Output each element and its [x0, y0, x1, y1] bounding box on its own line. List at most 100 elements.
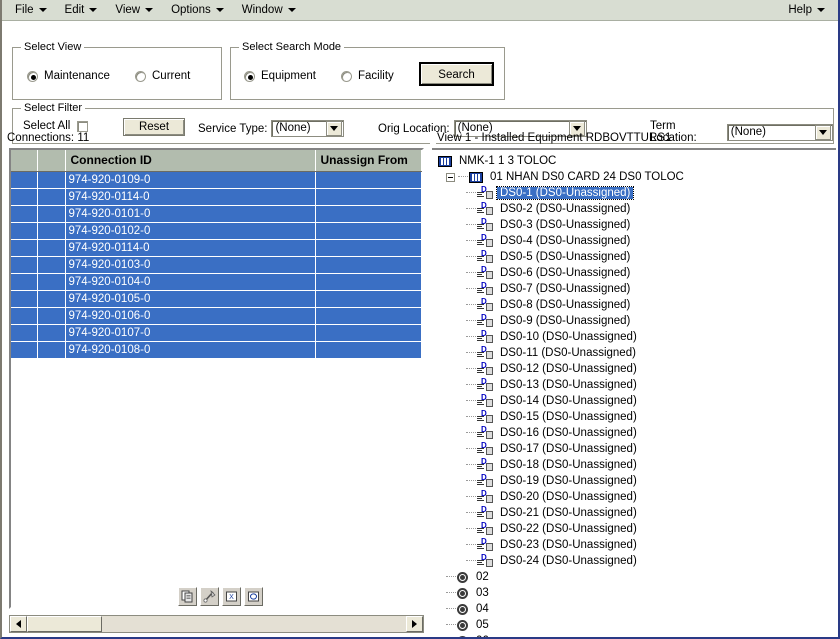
tree-node[interactable]: DDS0-11 (DS0-Unassigned) — [436, 345, 836, 361]
radio-maintenance[interactable]: Maintenance — [27, 70, 110, 82]
tree-node[interactable]: DDS0-15 (DS0-Unassigned) — [436, 409, 836, 425]
scroll-left-button[interactable] — [10, 616, 27, 632]
tree-node-label: DS0-1 (DS0-Unassigned) — [497, 187, 633, 199]
column-header-unassign-from[interactable]: Unassign From — [315, 150, 422, 172]
tree-node[interactable]: 02 — [436, 569, 836, 585]
column-header-connection-id[interactable]: Connection ID — [65, 150, 315, 172]
table-row[interactable]: 974-920-0104-0 — [11, 274, 422, 291]
row-select-cell[interactable] — [11, 342, 37, 359]
row-flag-cell[interactable] — [37, 342, 65, 359]
tree-node[interactable]: DDS0-12 (DS0-Unassigned) — [436, 361, 836, 377]
scrollbar-track[interactable] — [27, 616, 406, 632]
radio-equipment[interactable]: Equipment — [244, 70, 316, 82]
tree-node[interactable]: DDS0-6 (DS0-Unassigned) — [436, 265, 836, 281]
connections-grid[interactable]: Connection ID Unassign From 974-920-0109… — [9, 148, 424, 609]
tree-node[interactable]: DDS0-8 (DS0-Unassigned) — [436, 297, 836, 313]
export-icon[interactable]: X — [222, 587, 241, 606]
row-flag-cell[interactable] — [37, 223, 65, 240]
column-header-select[interactable] — [11, 150, 37, 172]
menu-view[interactable]: View — [106, 2, 162, 18]
radio-current-icon[interactable] — [135, 71, 146, 82]
table-row[interactable]: 974-920-0109-0 — [11, 172, 422, 189]
tree-node[interactable]: DDS0-16 (DS0-Unassigned) — [436, 425, 836, 441]
tree-node[interactable]: 06 — [436, 633, 836, 637]
tree-node[interactable]: DDS0-21 (DS0-Unassigned) — [436, 505, 836, 521]
tree-node[interactable]: DDS0-17 (DS0-Unassigned) — [436, 441, 836, 457]
row-flag-cell[interactable] — [37, 325, 65, 342]
tree-connector — [466, 448, 476, 450]
table-row[interactable]: 974-920-0114-0 — [11, 240, 422, 257]
radio-current[interactable]: Current — [135, 70, 190, 82]
tree-node[interactable]: DDS0-22 (DS0-Unassigned) — [436, 521, 836, 537]
row-select-cell[interactable] — [11, 223, 37, 240]
tree-node[interactable]: DDS0-18 (DS0-Unassigned) — [436, 457, 836, 473]
tree-node[interactable]: NMK-1 1 3 TOLOC — [436, 153, 836, 169]
equipment-tree[interactable]: NMK-1 1 3 TOLOC 01 NHAN DS0 CARD 24 DS0 T… — [432, 148, 836, 637]
tree-node[interactable]: DDS0-5 (DS0-Unassigned) — [436, 249, 836, 265]
tree-node[interactable]: DDS0-4 (DS0-Unassigned) — [436, 233, 836, 249]
table-row[interactable]: 974-920-0114-0 — [11, 189, 422, 206]
table-row[interactable]: 974-920-0103-0 — [11, 257, 422, 274]
tree-node[interactable]: 01 NHAN DS0 CARD 24 DS0 TOLOC — [436, 169, 836, 185]
row-flag-cell[interactable] — [37, 172, 65, 189]
row-flag-cell[interactable] — [37, 257, 65, 274]
tree-node[interactable]: DDS0-13 (DS0-Unassigned) — [436, 377, 836, 393]
tree-node[interactable]: 05 — [436, 617, 836, 633]
tree-node[interactable]: DDS0-2 (DS0-Unassigned) — [436, 201, 836, 217]
column-header-blank[interactable] — [37, 150, 65, 172]
tree-node[interactable]: DDS0-19 (DS0-Unassigned) — [436, 473, 836, 489]
tree-node[interactable]: DDS0-20 (DS0-Unassigned) — [436, 489, 836, 505]
row-select-cell[interactable] — [11, 291, 37, 308]
tree-collapse-icon[interactable] — [446, 173, 455, 182]
radio-facility[interactable]: Facility — [341, 70, 394, 82]
row-select-cell[interactable] — [11, 325, 37, 342]
radio-equipment-icon[interactable] — [244, 71, 255, 82]
radio-maintenance-icon[interactable] — [27, 71, 38, 82]
tree-node[interactable]: DDS0-1 (DS0-Unassigned) — [436, 185, 836, 201]
row-select-cell[interactable] — [11, 206, 37, 223]
row-select-cell[interactable] — [11, 172, 37, 189]
tree-node[interactable]: 04 — [436, 601, 836, 617]
horizontal-scrollbar[interactable] — [9, 615, 424, 633]
scrollbar-thumb[interactable] — [27, 616, 102, 632]
scroll-right-button[interactable] — [406, 616, 423, 632]
copy-icon[interactable] — [178, 587, 197, 606]
row-flag-cell[interactable] — [37, 206, 65, 223]
table-row[interactable]: 974-920-0108-0 — [11, 342, 422, 359]
tree-node[interactable]: DDS0-24 (DS0-Unassigned) — [436, 553, 836, 569]
table-row[interactable]: 974-920-0106-0 — [11, 308, 422, 325]
tree-node[interactable]: DDS0-7 (DS0-Unassigned) — [436, 281, 836, 297]
row-select-cell[interactable] — [11, 189, 37, 206]
menu-file[interactable]: File — [6, 2, 56, 18]
tree-node[interactable]: DDS0-23 (DS0-Unassigned) — [436, 537, 836, 553]
table-row[interactable]: 974-920-0102-0 — [11, 223, 422, 240]
connection-id-cell: 974-920-0104-0 — [65, 274, 315, 291]
row-flag-cell[interactable] — [37, 274, 65, 291]
row-select-cell[interactable] — [11, 308, 37, 325]
tree-node[interactable]: DDS0-14 (DS0-Unassigned) — [436, 393, 836, 409]
tree-node[interactable]: 03 — [436, 585, 836, 601]
detail-icon[interactable] — [244, 587, 263, 606]
row-flag-cell[interactable] — [37, 308, 65, 325]
row-select-cell[interactable] — [11, 274, 37, 291]
row-select-cell[interactable] — [11, 240, 37, 257]
radio-facility-icon[interactable] — [341, 71, 352, 82]
row-flag-cell[interactable] — [37, 189, 65, 206]
table-row[interactable]: 974-920-0105-0 — [11, 291, 422, 308]
table-row[interactable]: 974-920-0107-0 — [11, 325, 422, 342]
row-select-cell[interactable] — [11, 257, 37, 274]
row-flag-cell[interactable] — [37, 240, 65, 257]
table-row[interactable]: 974-920-0101-0 — [11, 206, 422, 223]
menu-help[interactable]: Help — [779, 2, 834, 18]
tree-node-label: NMK-1 1 3 TOLOC — [456, 155, 559, 167]
tree-node[interactable]: DDS0-9 (DS0-Unassigned) — [436, 313, 836, 329]
menu-options[interactable]: Options — [162, 2, 233, 18]
search-button[interactable]: Search — [419, 62, 494, 86]
row-flag-cell[interactable] — [37, 291, 65, 308]
tree-node[interactable]: DDS0-3 (DS0-Unassigned) — [436, 217, 836, 233]
tree-node[interactable]: DDS0-10 (DS0-Unassigned) — [436, 329, 836, 345]
menu-edit[interactable]: Edit — [56, 2, 107, 18]
select-all-checkbox[interactable] — [77, 121, 88, 132]
cut-icon[interactable] — [200, 587, 219, 606]
menu-window[interactable]: Window — [233, 2, 305, 18]
